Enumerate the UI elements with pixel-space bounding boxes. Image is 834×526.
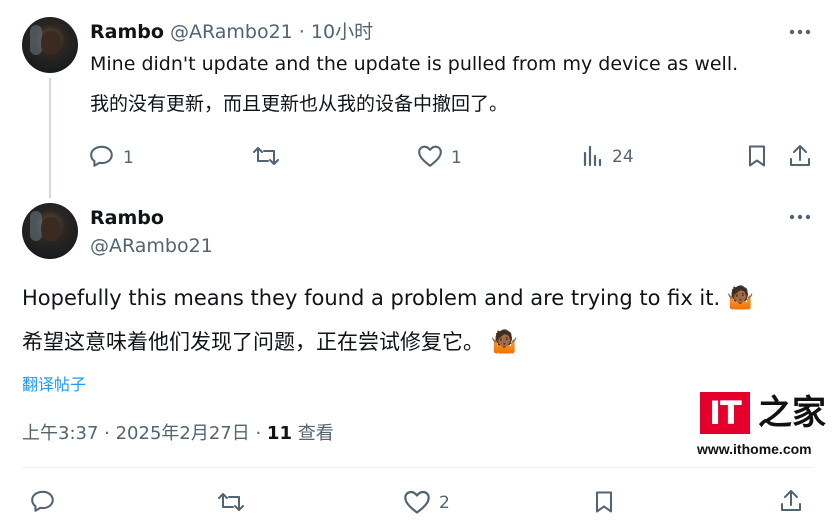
view-count: 24 <box>612 147 634 167</box>
heart-icon <box>417 144 443 168</box>
translate-post-link[interactable]: 翻译帖子 <box>22 374 86 396</box>
ithome-url: www.ithome.com <box>697 441 812 457</box>
reply-text-en: Mine didn't update and the update is pul… <box>90 53 739 75</box>
post-text-zh: 希望这意味着他们发现了问题，正在尝试修复它。 🤷🏾 <box>22 327 518 358</box>
post-text-en: Hopefully this means they found a proble… <box>22 283 754 314</box>
share-icon[interactable] <box>780 488 802 514</box>
shrug-emoji: 🤷🏾 <box>490 330 519 355</box>
reply-icon[interactable] <box>30 488 56 514</box>
reply-button[interactable]: 1 <box>89 143 134 169</box>
share-icon[interactable] <box>789 144 811 168</box>
post-time[interactable]: 10小时 <box>311 21 373 43</box>
views-label: 查看 <box>291 423 334 444</box>
reply-header: Rambo @ARambo21 · 10小时 <box>90 20 373 44</box>
ithome-logo: IT <box>700 392 750 434</box>
reply-count: 1 <box>123 148 134 168</box>
shrug-emoji: 🤷🏾 <box>726 286 755 311</box>
bookmark-icon[interactable] <box>594 489 614 515</box>
reply-text-zh: 我的没有更新，而且更新也从我的设备中撤回了。 <box>90 93 509 115</box>
author-handle[interactable]: @ARambo21 <box>90 234 213 258</box>
post-text-zh-body: 希望这意味着他们发现了问题，正在尝试修复它。 <box>22 330 484 354</box>
divider <box>22 467 812 468</box>
author-handle[interactable]: @ARambo21 <box>170 21 293 43</box>
like-button[interactable]: 1 <box>417 144 462 168</box>
views-number[interactable]: 11 <box>267 423 292 444</box>
more-options-icon[interactable] <box>788 207 812 227</box>
thread-line <box>49 78 51 198</box>
separator-dot: · <box>298 21 305 43</box>
like-count: 1 <box>451 147 462 168</box>
more-options-icon[interactable] <box>788 22 812 42</box>
post-meta: 上午3:37 · 2025年2月27日 · 11 查看 <box>22 421 334 447</box>
heart-icon <box>403 489 431 515</box>
retweet-icon[interactable] <box>252 144 280 168</box>
avatar[interactable] <box>22 203 78 259</box>
post-timestamp[interactable]: 上午3:37 · 2025年2月27日 · <box>22 423 267 444</box>
like-button[interactable]: 2 <box>403 489 450 515</box>
avatar-face <box>41 31 61 55</box>
retweet-icon[interactable] <box>216 490 246 514</box>
avatar-face <box>41 217 61 241</box>
bookmark-icon[interactable] <box>747 144 767 168</box>
author-name[interactable]: Rambo <box>90 21 164 43</box>
ithome-logo-cn: 之家 <box>758 393 826 433</box>
post-text-en-body: Hopefully this means they found a proble… <box>22 286 721 310</box>
avatar[interactable] <box>22 17 78 73</box>
like-count: 2 <box>439 493 450 513</box>
views-button[interactable]: 24 <box>582 145 634 167</box>
reply-icon <box>89 143 115 169</box>
views-icon <box>582 145 604 167</box>
author-name[interactable]: Rambo <box>90 206 164 230</box>
